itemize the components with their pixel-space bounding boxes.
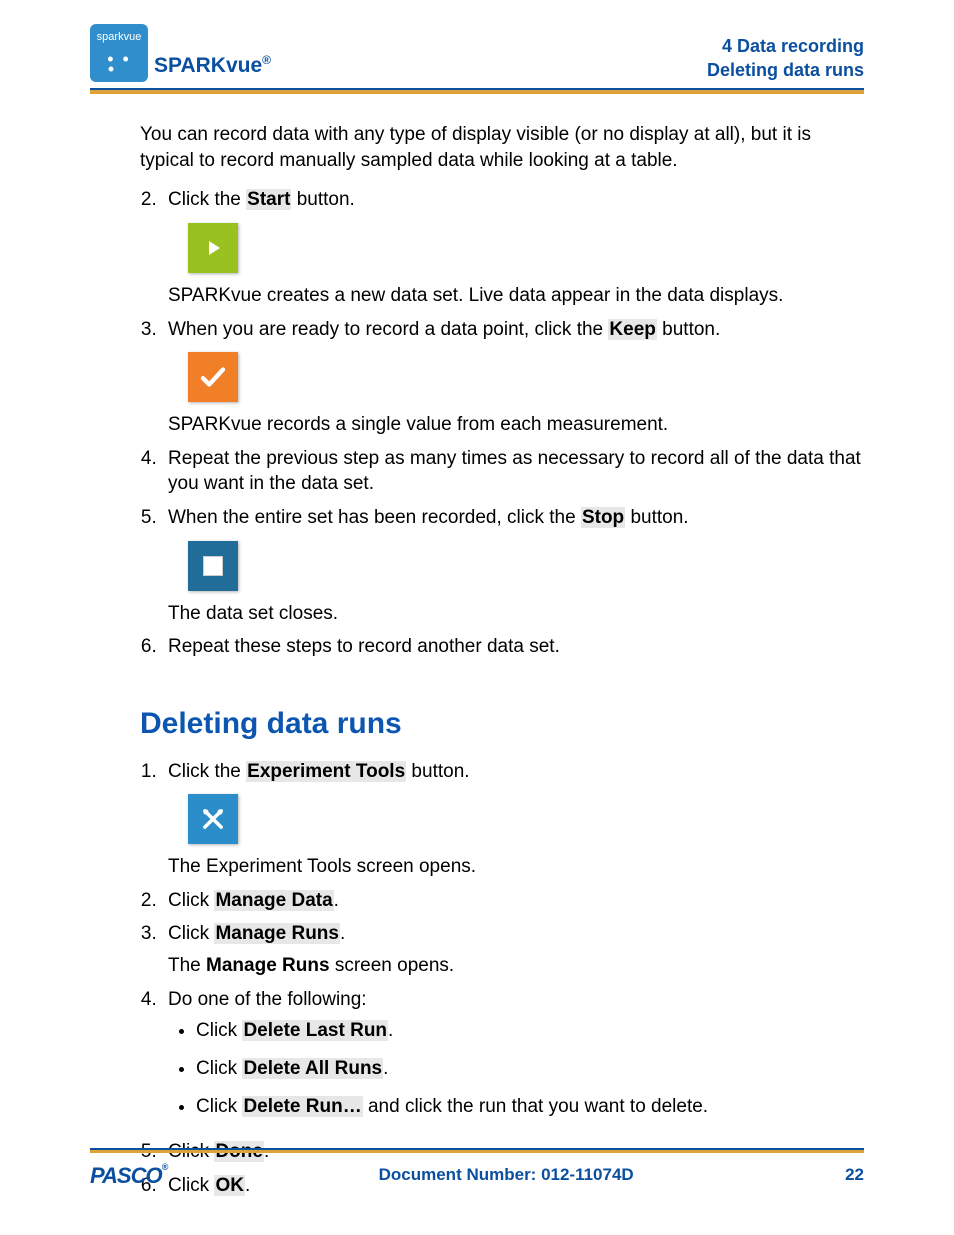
chapter-label: 4 Data recording (707, 35, 864, 58)
step-note: SPARKvue creates a new data set. Live da… (168, 283, 864, 309)
delete-run-keyword: Delete Run… (242, 1096, 362, 1117)
tools-icon (199, 805, 227, 833)
step-note: The Manage Runs screen opens. (168, 953, 864, 979)
list-item: When you are ready to record a data poin… (162, 317, 864, 446)
list-item: Repeat these steps to record another dat… (162, 634, 864, 668)
page-footer: PASCO® Document Number: 012-11074D 22 (0, 1148, 954, 1191)
sub-options-list: Click Delete Last Run. Click Delete All … (168, 1018, 864, 1119)
delete-last-run-keyword: Delete Last Run (242, 1020, 388, 1041)
step-note: The data set closes. (168, 601, 864, 627)
list-item: Do one of the following: Click Delete La… (162, 987, 864, 1140)
pasco-logo: PASCO® (90, 1161, 167, 1191)
manage-runs-keyword: Manage Runs (214, 923, 340, 944)
experiment-tools-keyword: Experiment Tools (246, 761, 406, 782)
footer-rule (90, 1148, 864, 1153)
list-item: Click Manage Data. (162, 888, 864, 922)
list-item: Click Delete All Runs. (196, 1056, 864, 1082)
list-item: When the entire set has been recorded, c… (162, 505, 864, 634)
logo-text: sparkvue (90, 30, 148, 45)
start-button-icon (188, 223, 238, 273)
list-item: Click Delete Last Run. (196, 1018, 864, 1044)
check-icon (198, 362, 228, 392)
list-item: Click Delete Run… and click the run that… (196, 1094, 864, 1120)
step-note: The Experiment Tools screen opens. (168, 854, 864, 880)
stop-icon (203, 556, 223, 576)
section-heading: Deleting data runs (140, 704, 864, 745)
keep-keyword: Keep (608, 319, 656, 340)
section-label: Deleting data runs (707, 59, 864, 82)
deleting-steps-list: Click the Experiment Tools button. The E… (140, 759, 864, 1207)
stop-button-icon (188, 541, 238, 591)
list-item: Click the Start button. SPARKvue creates… (162, 187, 864, 316)
manage-data-keyword: Manage Data (214, 890, 333, 911)
intro-paragraph: You can record data with any type of dis… (140, 122, 864, 173)
list-item: Click the Experiment Tools button. The E… (162, 759, 864, 888)
delete-all-runs-keyword: Delete All Runs (242, 1058, 383, 1079)
page-number: 22 (845, 1164, 864, 1187)
play-icon (209, 241, 220, 255)
stop-keyword: Stop (581, 507, 625, 528)
experiment-tools-button-icon (188, 794, 238, 844)
start-keyword: Start (246, 189, 291, 210)
page-header: sparkvue • •• SPARKvue® 4 Data recording… (90, 24, 864, 82)
header-breadcrumb: 4 Data recording Deleting data runs (707, 35, 864, 82)
list-item: Click Manage Runs. The Manage Runs scree… (162, 921, 864, 986)
document-number: Document Number: 012-11074D (379, 1164, 634, 1187)
keep-button-icon (188, 352, 238, 402)
recording-steps-list: Click the Start button. SPARKvue creates… (140, 187, 864, 668)
list-item: Repeat the previous step as many times a… (162, 446, 864, 505)
sparkvue-logo-icon: sparkvue • •• (90, 24, 148, 82)
product-title: SPARKvue® (154, 52, 271, 82)
step-note: SPARKvue records a single value from eac… (168, 412, 864, 438)
